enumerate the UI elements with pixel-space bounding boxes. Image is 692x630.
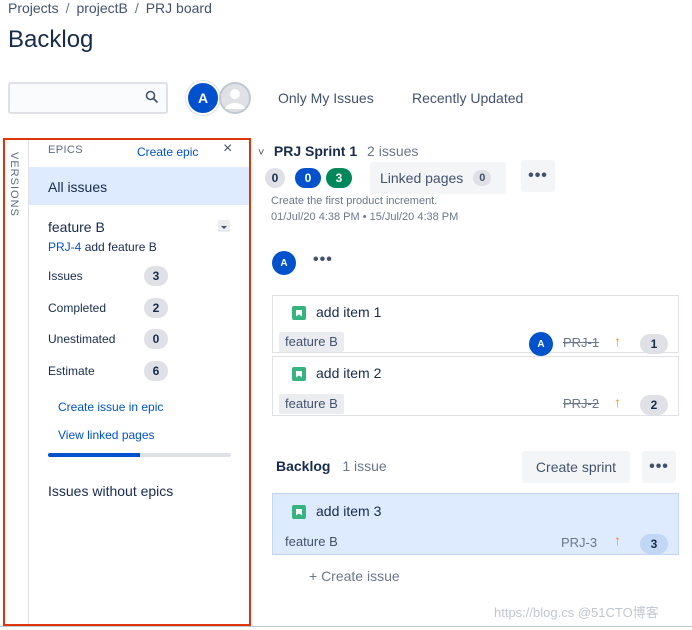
breadcrumb-board[interactable]: PRJ board xyxy=(146,0,212,16)
issue-estimate: 2 xyxy=(640,395,668,415)
all-issues-label: All issues xyxy=(48,179,108,195)
story-icon xyxy=(292,505,306,519)
unassigned-avatar-icon[interactable] xyxy=(219,82,251,114)
stat-completed-label: Completed xyxy=(48,301,107,315)
issue-epic-lozenge[interactable]: feature B xyxy=(285,534,338,549)
priority-high-icon: ↑ xyxy=(614,333,621,349)
stat-estimate-badge: 6 xyxy=(144,361,168,381)
epic-name[interactable]: feature B xyxy=(48,219,105,235)
sprint-assignee-avatar[interactable]: A xyxy=(272,251,296,275)
sprint-header[interactable]: ˅ PRJ Sprint 1 2 issues xyxy=(258,143,418,159)
sprint-issue-count: 2 issues xyxy=(367,143,419,159)
issue-card[interactable]: add item 2 feature B PRJ-2 ↑ 2 xyxy=(272,356,679,416)
breadcrumb: Projects / projectB / PRJ board xyxy=(8,0,212,16)
story-icon xyxy=(292,306,306,320)
backlog-header: Backlog 1 issue xyxy=(276,458,387,474)
breadcrumb-separator: / xyxy=(134,0,139,16)
issue-summary: add item 3 xyxy=(316,503,382,519)
create-issue-button[interactable]: + Create issue xyxy=(309,568,400,584)
done-count-badge: 3 xyxy=(326,168,352,188)
sprint-name: PRJ Sprint 1 xyxy=(273,143,358,159)
stat-issues-badge: 3 xyxy=(144,266,168,286)
page-title: Backlog xyxy=(8,26,94,53)
issue-summary: add item 1 xyxy=(316,304,382,320)
create-sprint-button[interactable]: Create sprint xyxy=(522,451,630,483)
stat-issues-label: Issues xyxy=(48,269,83,283)
issue-card[interactable]: add item 1 feature B A PRJ-1 ↑ 1 xyxy=(272,295,679,356)
stat-unestimated-label: Unestimated xyxy=(48,332,116,346)
issue-card[interactable]: add item 3 feature B PRJ-3 ↑ 3 xyxy=(272,493,679,555)
create-epic-link[interactable]: Create epic xyxy=(137,145,198,159)
issue-key[interactable]: PRJ-1 xyxy=(563,335,599,350)
breadcrumb-separator: / xyxy=(65,0,70,16)
epic-progress-fill xyxy=(48,453,140,457)
epic-key-link[interactable]: PRJ-4 xyxy=(48,240,81,254)
linked-pages-button[interactable]: Linked pages 0 xyxy=(370,162,506,194)
issue-epic-lozenge[interactable]: feature B xyxy=(279,394,344,414)
priority-high-icon: ↑ xyxy=(614,532,621,548)
sprint-more-button[interactable]: ••• xyxy=(521,160,555,192)
divider xyxy=(0,626,692,627)
epic-key-summary: PRJ-4 add feature B xyxy=(48,240,157,254)
filter-only-my-issues[interactable]: Only My Issues xyxy=(278,90,374,106)
issue-key[interactable]: PRJ-2 xyxy=(563,396,599,411)
backlog-name: Backlog xyxy=(276,458,331,474)
chevron-down-icon[interactable]: ˅ xyxy=(258,147,270,159)
breadcrumb-projects[interactable]: Projects xyxy=(8,0,59,16)
close-icon[interactable]: × xyxy=(223,140,232,158)
sprint-dates: 01/Jul/20 4:38 PM • 15/Jul/20 4:38 PM xyxy=(271,211,459,223)
issue-assignee-avatar[interactable]: A xyxy=(529,332,553,356)
priority-high-icon: ↑ xyxy=(614,394,621,410)
epic-progress-bar xyxy=(48,453,231,457)
todo-count-badge: 0 xyxy=(265,168,285,188)
breadcrumb-project[interactable]: projectB xyxy=(76,0,127,16)
issue-summary: add item 2 xyxy=(316,365,382,381)
stat-completed-badge: 2 xyxy=(144,298,168,318)
issues-without-epics-item[interactable]: Issues without epics xyxy=(48,483,173,499)
sprint-goal: Create the first product increment. xyxy=(271,195,438,207)
sprint-assignee-more[interactable]: ••• xyxy=(313,251,333,269)
search-icon xyxy=(145,90,159,104)
watermark: https://blog.cs @51CTO博客 xyxy=(494,605,659,620)
search-input[interactable] xyxy=(8,82,168,114)
create-issue-in-epic-link[interactable]: Create issue in epic xyxy=(58,400,163,414)
backlog-issue-count: 1 issue xyxy=(342,458,387,474)
view-linked-pages-link[interactable]: View linked pages xyxy=(58,428,155,442)
avatar[interactable]: A xyxy=(186,81,220,115)
epic-summary: add feature B xyxy=(84,240,157,254)
epics-panel xyxy=(28,140,250,624)
issue-estimate: 3 xyxy=(640,534,668,554)
issue-epic-lozenge[interactable]: feature B xyxy=(279,332,344,352)
issue-estimate: 1 xyxy=(640,334,668,354)
in-progress-count-badge: 0 xyxy=(295,168,321,188)
linked-pages-count: 0 xyxy=(473,170,492,186)
linked-pages-label: Linked pages xyxy=(380,170,464,186)
epics-header: EPICS xyxy=(48,144,84,156)
all-issues-item[interactable]: All issues xyxy=(29,167,249,205)
versions-tab[interactable]: VERSIONS xyxy=(8,152,20,217)
stat-estimate-label: Estimate xyxy=(48,364,95,378)
backlog-more-button[interactable]: ••• xyxy=(642,451,676,483)
chevron-down-icon[interactable] xyxy=(218,220,230,232)
stat-unestimated-badge: 0 xyxy=(144,329,168,349)
filter-recently-updated[interactable]: Recently Updated xyxy=(412,90,523,106)
issue-key[interactable]: PRJ-3 xyxy=(561,535,597,550)
story-icon xyxy=(292,367,306,381)
